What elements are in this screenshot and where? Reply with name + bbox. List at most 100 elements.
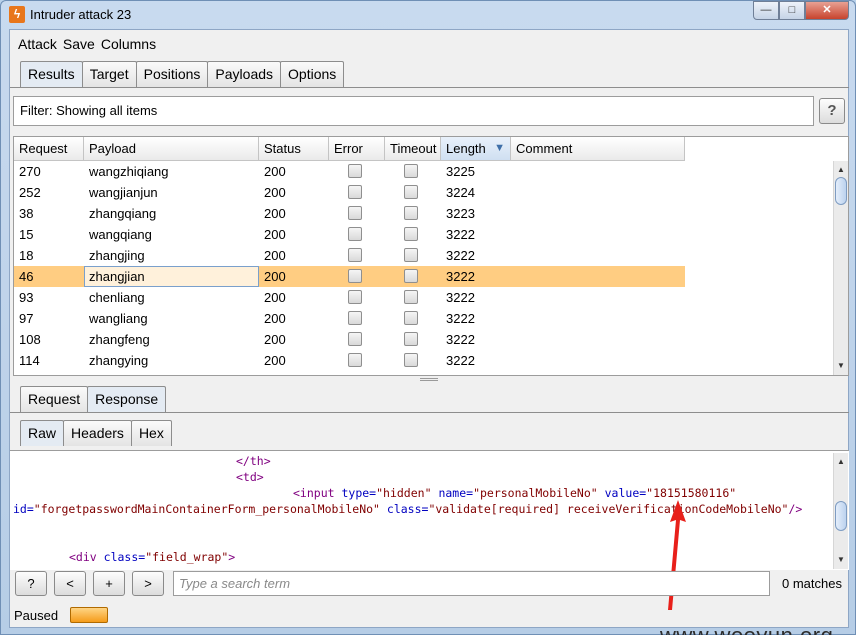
cell-request[interactable]: 38	[14, 203, 84, 224]
search-input[interactable]	[173, 571, 770, 596]
cell-length[interactable]: 3223	[441, 203, 511, 224]
timeout-checkbox[interactable]	[404, 206, 418, 220]
scroll-thumb[interactable]	[835, 177, 847, 205]
menu-attack[interactable]: Attack	[10, 34, 62, 54]
cell-error[interactable]	[329, 203, 385, 224]
cell-status[interactable]: 200	[259, 245, 329, 266]
cell-timeout[interactable]	[385, 203, 441, 224]
cell-payload[interactable]: zhangjing	[84, 245, 259, 266]
cell-error[interactable]	[329, 161, 385, 182]
cell-status[interactable]: 200	[259, 350, 329, 371]
maximize-button[interactable]: □	[779, 1, 805, 20]
cell-payload[interactable]: zhangqiang	[84, 203, 259, 224]
cell-comment[interactable]	[511, 161, 685, 182]
table-row[interactable]: 93 chenliang 200 3222	[14, 287, 685, 308]
search-prev-button[interactable]: <	[54, 571, 86, 596]
timeout-checkbox[interactable]	[404, 332, 418, 346]
cell-length[interactable]: 3224	[441, 182, 511, 203]
cell-comment[interactable]	[511, 266, 685, 287]
col-error[interactable]: Error	[329, 137, 385, 161]
error-checkbox[interactable]	[348, 332, 362, 346]
cell-length[interactable]: 3222	[441, 329, 511, 350]
table-row[interactable]: 46 zhangjian 200 3222	[14, 266, 685, 287]
cell-payload[interactable]: zhangjian	[84, 266, 259, 287]
cell-error[interactable]	[329, 350, 385, 371]
cell-request[interactable]: 252	[14, 182, 84, 203]
tab-options[interactable]: Options	[280, 61, 345, 87]
cell-timeout[interactable]	[385, 329, 441, 350]
cell-payload[interactable]: zhangying	[84, 350, 259, 371]
col-length[interactable]: Length ▼	[441, 137, 511, 161]
cell-timeout[interactable]	[385, 161, 441, 182]
search-next-button[interactable]: >	[132, 571, 164, 596]
cell-request[interactable]: 93	[14, 287, 84, 308]
table-row[interactable]: 38 zhangqiang 200 3223	[14, 203, 685, 224]
cell-payload[interactable]: zhangfeng	[84, 329, 259, 350]
cell-payload[interactable]: wangliang	[84, 308, 259, 329]
cell-payload[interactable]: wangzhiqiang	[84, 161, 259, 182]
cell-error[interactable]	[329, 287, 385, 308]
table-row[interactable]: 18 zhangjing 200 3222	[14, 245, 685, 266]
cell-length[interactable]: 3222	[441, 245, 511, 266]
table-row[interactable]: 108 zhangfeng 200 3222	[14, 329, 685, 350]
pane-splitter[interactable]	[420, 378, 438, 381]
col-timeout[interactable]: Timeout	[385, 137, 441, 161]
search-help-button[interactable]: ?	[15, 571, 47, 596]
cell-status[interactable]: 200	[259, 182, 329, 203]
cell-status[interactable]: 200	[259, 266, 329, 287]
cell-comment[interactable]	[511, 329, 685, 350]
cell-comment[interactable]	[511, 224, 685, 245]
cell-timeout[interactable]	[385, 350, 441, 371]
cell-status[interactable]: 200	[259, 329, 329, 350]
menu-save[interactable]: Save	[62, 34, 100, 54]
cell-timeout[interactable]	[385, 287, 441, 308]
error-checkbox[interactable]	[348, 227, 362, 241]
col-request[interactable]: Request	[14, 137, 84, 161]
error-checkbox[interactable]	[348, 164, 362, 178]
error-checkbox[interactable]	[348, 185, 362, 199]
cell-error[interactable]	[329, 329, 385, 350]
cell-error[interactable]	[329, 182, 385, 203]
cell-timeout[interactable]	[385, 245, 441, 266]
error-checkbox[interactable]	[348, 311, 362, 325]
minimize-button[interactable]: —	[753, 1, 779, 20]
tab-headers[interactable]: Headers	[63, 420, 132, 446]
cell-length[interactable]: 3222	[441, 308, 511, 329]
title-bar[interactable]: ϟ Intruder attack 23 — □ ✕	[1, 1, 855, 29]
timeout-checkbox[interactable]	[404, 185, 418, 199]
cell-status[interactable]: 200	[259, 224, 329, 245]
scroll-down-icon[interactable]: ▼	[834, 359, 848, 373]
table-scrollbar[interactable]: ▲ ▼	[833, 161, 848, 375]
editor-scroll-down-icon[interactable]: ▼	[834, 553, 848, 567]
close-button[interactable]: ✕	[805, 1, 849, 20]
cell-error[interactable]	[329, 245, 385, 266]
cell-length[interactable]: 3222	[441, 266, 511, 287]
tab-target[interactable]: Target	[81, 61, 137, 87]
cell-length[interactable]: 3225	[441, 161, 511, 182]
editor-scrollbar[interactable]: ▲ ▼	[833, 453, 848, 569]
table-row[interactable]: 97 wangliang 200 3222	[14, 308, 685, 329]
cell-status[interactable]: 200	[259, 161, 329, 182]
cell-request[interactable]: 18	[14, 245, 84, 266]
tab-request[interactable]: Request	[20, 386, 89, 412]
search-add-button[interactable]: +	[93, 571, 125, 596]
cell-timeout[interactable]	[385, 224, 441, 245]
cell-request[interactable]: 114	[14, 350, 84, 371]
cell-length[interactable]: 3222	[441, 224, 511, 245]
error-checkbox[interactable]	[348, 248, 362, 262]
error-checkbox[interactable]	[348, 353, 362, 367]
tab-payloads[interactable]: Payloads	[207, 61, 282, 87]
tab-hex[interactable]: Hex	[130, 420, 172, 446]
cell-status[interactable]: 200	[259, 287, 329, 308]
cell-request[interactable]: 108	[14, 329, 84, 350]
col-payload[interactable]: Payload	[84, 137, 259, 161]
timeout-checkbox[interactable]	[404, 269, 418, 283]
table-row[interactable]: 15 wangqiang 200 3222	[14, 224, 685, 245]
cell-length[interactable]: 3222	[441, 287, 511, 308]
cell-error[interactable]	[329, 266, 385, 287]
scroll-up-icon[interactable]: ▲	[834, 163, 848, 177]
cell-timeout[interactable]	[385, 266, 441, 287]
filter-bar[interactable]: Filter: Showing all items	[13, 96, 814, 126]
timeout-checkbox[interactable]	[404, 290, 418, 304]
cell-timeout[interactable]	[385, 182, 441, 203]
